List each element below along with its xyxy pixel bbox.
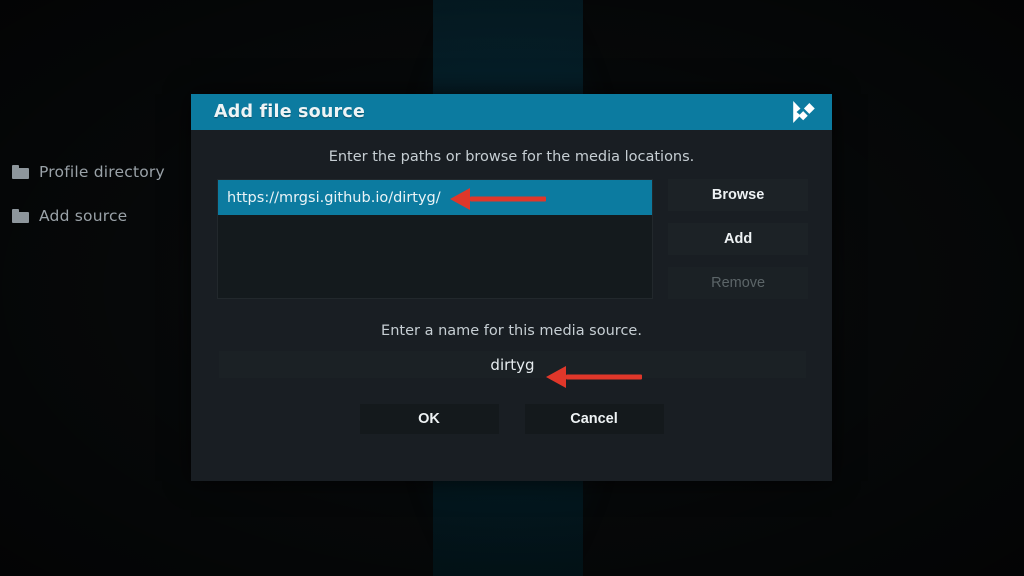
media-source-name-input[interactable]: dirtyg [219,351,806,378]
paths-row: https://mrgsi.github.io/dirtyg/ Browse A… [217,179,808,299]
folder-icon [12,209,29,223]
folder-icon [12,165,29,179]
sidebar-item-add-source[interactable]: Add source [0,194,191,238]
name-hint: Enter a name for this media source. [381,323,642,339]
cancel-button[interactable]: Cancel [524,404,664,434]
dialog-title: Add file source [214,102,366,122]
sidebar-item-label: Add source [39,207,128,225]
paths-hint: Enter the paths or browse for the media … [328,149,695,165]
sidebar-item-label: Profile directory [39,163,165,181]
add-file-source-dialog: Add file source Enter the paths or brows… [191,94,832,481]
path-action-buttons: Browse Add Remove [668,179,808,299]
name-value: dirtyg [490,355,535,374]
remove-button: Remove [668,267,808,299]
ok-button[interactable]: OK [359,404,499,434]
kodi-screen: Profile directory Add source Add file so… [0,0,1024,576]
paths-listbox[interactable]: https://mrgsi.github.io/dirtyg/ [217,179,654,299]
path-value: https://mrgsi.github.io/dirtyg/ [227,189,441,206]
dialog-footer: OK Cancel [191,404,832,434]
kodi-logo-icon [793,100,815,124]
browse-button[interactable]: Browse [668,179,808,211]
sidebar: Profile directory Add source [0,150,191,238]
add-button[interactable]: Add [668,223,808,255]
dialog-titlebar: Add file source [191,94,832,130]
sidebar-item-profile-directory[interactable]: Profile directory [0,150,191,194]
path-list-item[interactable]: https://mrgsi.github.io/dirtyg/ [218,180,653,215]
